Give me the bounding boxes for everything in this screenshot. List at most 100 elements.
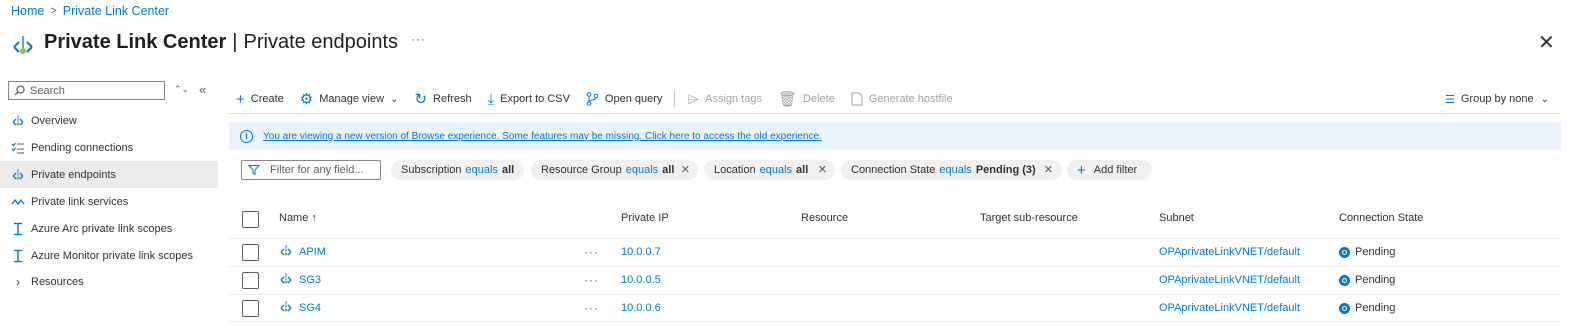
column-header-name[interactable]: Name ↑ [279,212,317,224]
private-link-icon [13,36,33,54]
sidebar-item-pending-connections[interactable]: Pending connections [0,134,218,161]
remove-filter-icon[interactable]: × [1044,161,1053,178]
open-query-button[interactable]: Open query [586,92,662,106]
subnet-link[interactable]: OPAprivateLinkVNET/default [1159,274,1300,286]
pending-status-icon [1339,275,1350,286]
sort-updown-icon[interactable]: ⌃⌄ [174,84,189,95]
filter-pill-connection-state[interactable]: Connection State equals Pending (3) [841,160,1062,180]
private-endpoint-icon [280,273,292,284]
group-by-label: Group by none [1460,93,1534,105]
filter-pill-location[interactable]: Location equals all [704,160,835,180]
endpoint-name-link[interactable]: SG3 [299,274,321,286]
title-separator: | [232,30,238,53]
row-more-actions-icon[interactable]: ··· [584,301,599,315]
sidebar-item-label: Overview [31,114,77,127]
generate-hostfile-button[interactable]: Generate hostfile [851,92,953,106]
open-query-label: Open query [604,93,663,105]
add-filter-button[interactable]: + Add filter [1067,160,1152,180]
row-more-actions-icon[interactable]: ··· [584,273,599,287]
plus-icon: + [236,90,245,108]
toolbar-divider [674,91,676,107]
filter-input[interactable] [270,164,380,176]
refresh-label: Refresh [433,93,472,105]
export-csv-label: Export to CSV [500,93,570,105]
sidebar-item-private-link-services[interactable]: Private link services [0,188,218,215]
page-header: Private Link Center | Private endpoints [10,28,398,56]
collapse-sidebar-icon[interactable]: « [199,82,206,97]
more-actions-icon[interactable]: ··· [411,32,426,46]
column-header-resource[interactable]: Resource [801,212,848,224]
document-icon [851,92,863,106]
pill-value: Pending (3) [975,164,1036,176]
private-ip-link[interactable]: 10.0.0.5 [621,274,661,286]
sidebar-item-overview[interactable]: Overview [0,107,218,134]
row-divider [229,321,1561,322]
filter-pill-subscription[interactable]: Subscription equals all [391,160,525,180]
column-header-target-sub-resource[interactable]: Target sub-resource [980,212,1078,224]
breadcrumb-private-link-center[interactable]: Private Link Center [63,4,169,18]
sidebar-item-label: Azure Monitor private link scopes [31,249,194,262]
sidebar-item-azure-monitor-scopes[interactable]: Azure Monitor private link scopes [0,242,218,269]
refresh-icon: ↻ [414,91,428,108]
assign-tags-label: Assign tags [705,93,762,105]
refresh-button[interactable]: ↻ Refresh [414,90,471,108]
private-ip-link[interactable]: 10.0.0.6 [621,302,661,314]
group-by-dropdown[interactable]: ☰ Group by none ⌄ [1445,90,1549,108]
row-divider [229,294,1561,295]
plus-icon: + [1077,161,1086,179]
select-all-checkbox[interactable] [242,211,259,228]
subnet-link[interactable]: OPAprivateLinkVNET/default [1159,302,1300,314]
assign-tags-button[interactable]: ⌲ Assign tags [687,91,762,108]
sidebar-item-resources[interactable]: › Resources [0,268,218,295]
filter-field[interactable] [241,160,381,180]
row-checkbox[interactable] [242,272,259,289]
close-icon[interactable]: ✕ [1538,30,1555,55]
private-endpoint-icon [280,301,292,312]
remove-filter-icon[interactable]: × [681,161,690,178]
row-more-actions-icon[interactable]: ··· [584,245,599,259]
pending-status-icon [1339,247,1350,258]
row-checkbox[interactable] [242,300,259,317]
breadcrumb-home[interactable]: Home [11,4,44,18]
scope-icon [10,221,26,237]
pill-value: all [501,164,515,176]
chevron-down-icon: ⌄ [1540,93,1550,105]
remove-filter-icon[interactable]: × [818,161,827,178]
pill-field: Connection State [851,164,936,176]
trash-icon: 🗑 [777,91,798,108]
sidebar-item-azure-arc-scopes[interactable]: Azure Arc private link scopes [0,215,218,242]
generate-hostfile-label: Generate hostfile [868,93,953,105]
chevron-right-icon: > [50,5,57,17]
endpoint-name-link[interactable]: SG4 [299,302,321,314]
filter-pill-resource-group[interactable]: Resource Group equals all [531,160,698,180]
manage-view-button[interactable]: ⚙ Manage view ⌄ [300,90,399,108]
row-checkbox[interactable] [242,244,259,261]
sidebar-item-label: Azure Arc private link scopes [31,222,173,235]
row-divider [229,238,1561,239]
pill-op: equals [465,164,498,176]
sidebar-search-input[interactable] [30,84,150,97]
private-link-icon [10,167,26,183]
add-filter-label: Add filter [1093,164,1138,176]
endpoint-name-link[interactable]: APIM [299,246,326,258]
page-title: Private Link Center [44,30,227,53]
private-link-icon [10,113,26,129]
row-divider [229,266,1561,267]
tag-icon: ⌲ [687,90,700,108]
filter-icon [248,165,260,176]
column-header-connection-state[interactable]: Connection State [1339,212,1423,224]
sidebar-item-private-endpoints[interactable]: Private endpoints [0,161,218,188]
export-csv-button[interactable]: ⤓ Export to CSV [488,91,570,108]
pill-field: Subscription [401,164,462,176]
pill-op: equals [625,164,659,176]
old-experience-link[interactable]: You are viewing a new version of Browse … [263,131,822,142]
sidebar-search[interactable] [8,81,165,100]
connection-state-cell: Pending [1355,302,1396,314]
column-header-subnet[interactable]: Subnet [1159,212,1194,224]
delete-button[interactable]: 🗑 Delete [778,90,835,108]
column-header-private-ip[interactable]: Private IP [621,212,669,224]
private-ip-link[interactable]: 10.0.0.7 [621,246,661,258]
chevron-right-icon: › [16,274,20,289]
create-button[interactable]: + Create [236,91,284,108]
subnet-link[interactable]: OPAprivateLinkVNET/default [1159,246,1300,258]
